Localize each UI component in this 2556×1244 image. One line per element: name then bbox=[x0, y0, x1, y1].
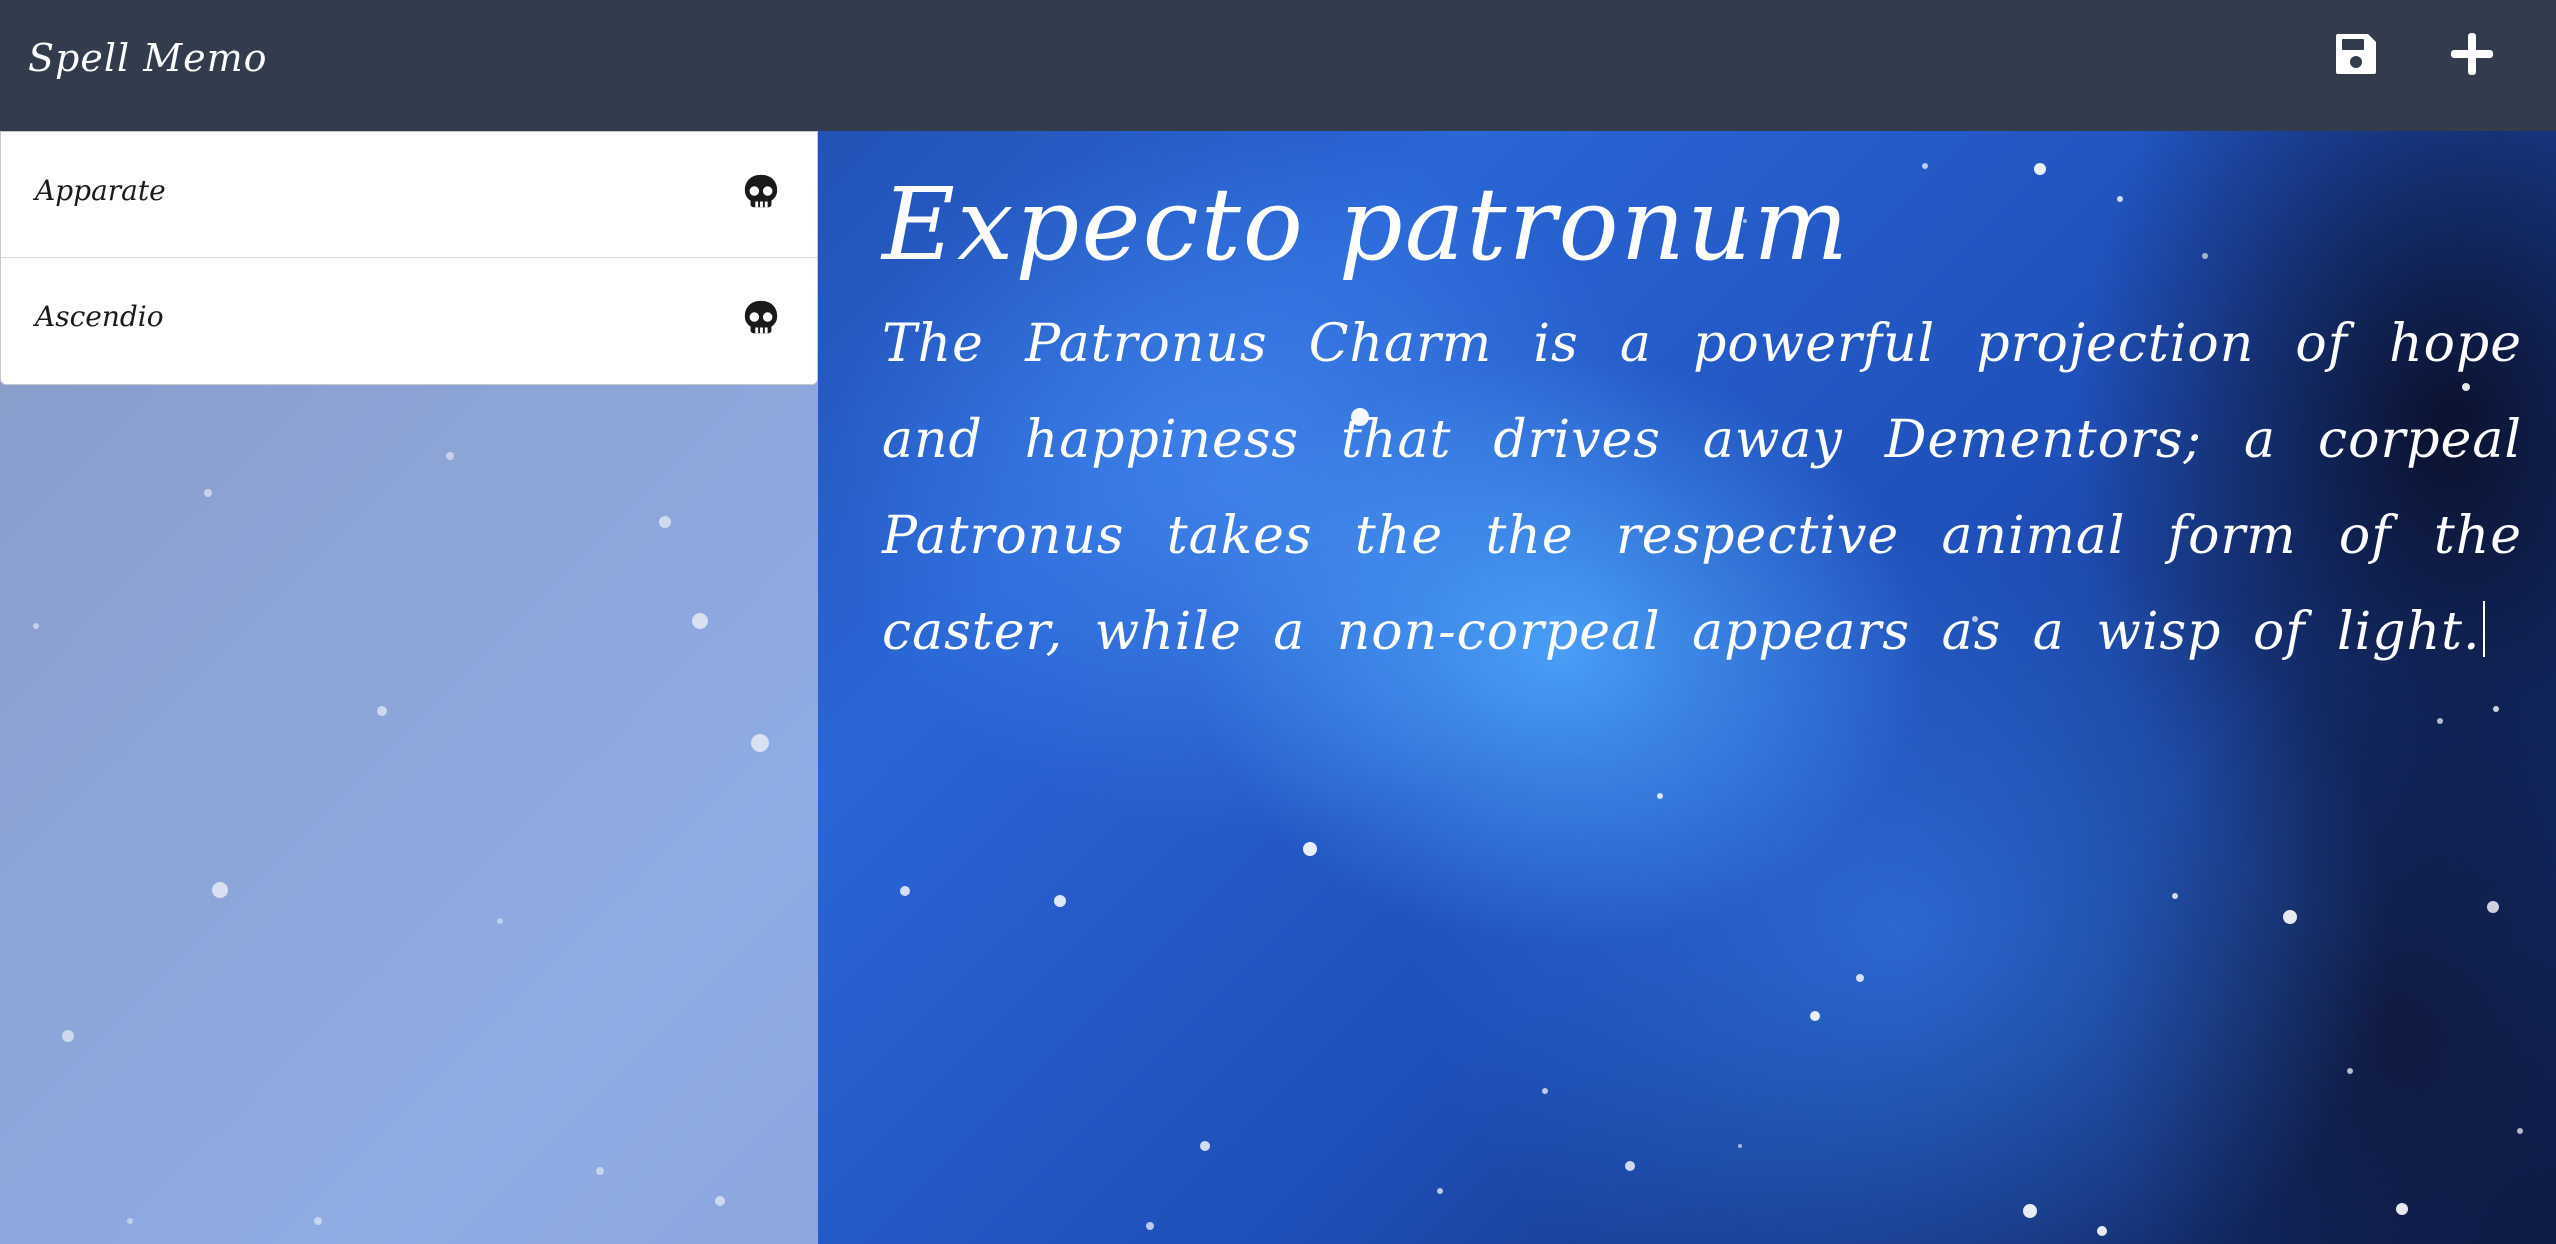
delete-spell-button[interactable] bbox=[739, 172, 783, 216]
skull-icon bbox=[742, 299, 780, 341]
list-item[interactable]: Apparate bbox=[1, 132, 817, 258]
app-brand[interactable]: Spell Memo bbox=[28, 36, 268, 80]
delete-spell-button[interactable] bbox=[739, 298, 783, 342]
add-spell-button[interactable] bbox=[2442, 26, 2502, 86]
spell-body-textarea[interactable]: The Patronus Charm is a powerful project… bbox=[882, 296, 2522, 680]
save-icon bbox=[2332, 30, 2380, 82]
spell-item-label: Apparate bbox=[35, 174, 166, 207]
spell-item-label: Ascendio bbox=[35, 300, 164, 333]
plus-icon bbox=[2449, 31, 2495, 81]
spell-body-text: The Patronus Charm is a powerful project… bbox=[882, 314, 2522, 662]
sidebar: Apparate Ascendio bbox=[0, 131, 818, 1244]
top-navbar: Spell Memo bbox=[0, 0, 2556, 131]
spell-editor: Expecto patronum The Patronus Charm is a… bbox=[882, 160, 2522, 680]
spell-title-input[interactable]: Expecto patronum bbox=[882, 160, 2522, 290]
text-caret bbox=[2482, 601, 2485, 657]
save-button[interactable] bbox=[2326, 26, 2386, 86]
skull-icon bbox=[742, 173, 780, 215]
spell-list: Apparate Ascendio bbox=[0, 131, 818, 385]
list-item[interactable]: Ascendio bbox=[1, 258, 817, 384]
